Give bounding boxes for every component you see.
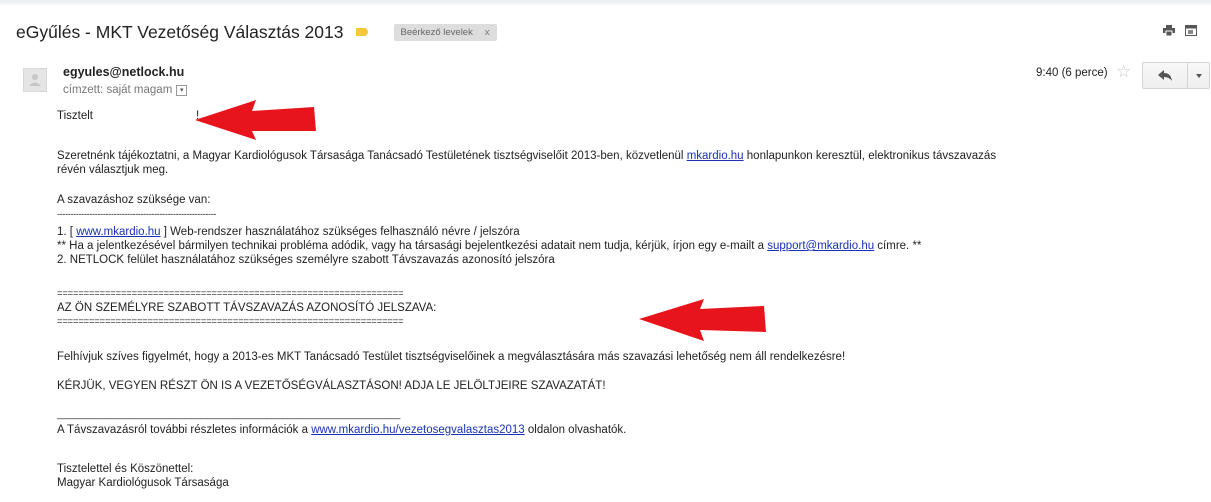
thread-header: eGyűlés - MKT Vezetőség Választás 2013 B… [16, 20, 497, 44]
password-label: AZ ÖN SZEMÉLYRE SZABOTT TÁVSZAVAZÁS AZON… [57, 302, 437, 314]
label-remove-button[interactable]: x [485, 27, 490, 38]
header-actions [1163, 25, 1197, 36]
reply-button[interactable] [1142, 62, 1188, 89]
print-icon[interactable] [1163, 25, 1175, 36]
new-window-icon[interactable] [1185, 25, 1197, 36]
red-arrow-annotation-2 [639, 299, 766, 341]
technical-note: ** Ha a jelentkezésével bármilyen techni… [57, 240, 921, 254]
message-time: 9:40 (6 perce) [1036, 67, 1108, 79]
note-text-a: ** Ha a jelentkezésével bármilyen techni… [57, 240, 768, 252]
sender-email[interactable]: egyules@netlock.hu [63, 65, 184, 79]
item1-text-b: ] Web-rendszer használatához szükséges f… [160, 226, 520, 238]
window-top-edge [0, 0, 1211, 7]
call-to-action: KÉRJÜK, VEGYEN RÉSZT ÖN IS A VEZETŐSÉGVÁ… [57, 380, 606, 392]
mkardio-link[interactable]: mkardio.hu [687, 150, 744, 162]
info-line: A Távszavazásról további részletes infor… [57, 424, 626, 438]
recipient-text: címzett: saját magam [63, 84, 173, 96]
star-icon[interactable]: ☆ [1116, 62, 1131, 82]
sender-avatar-icon [23, 68, 47, 92]
more-caret-icon [1195, 73, 1202, 78]
support-email-link[interactable]: support@mkardio.hu [767, 240, 874, 252]
email-subject: eGyűlés - MKT Vezetőség Választás 2013 [16, 21, 344, 42]
notice-text: Felhívjuk szíves figyelmét, hogy a 2013-… [57, 351, 846, 363]
label-chip-inbox[interactable]: Beérkező levelek x [393, 23, 497, 41]
requirements-title: A szavazáshoz szüksége van: [57, 194, 211, 206]
red-arrow-annotation-1 [195, 100, 316, 140]
greeting-salutation: Tisztelt [57, 110, 93, 122]
closing-text: Tisztelettel és Köszönettel: [57, 463, 194, 475]
item1-text-a: 1. [ [57, 226, 77, 238]
election-info-link[interactable]: www.mkardio.hu/vezetosegvalasztas2013 [311, 424, 525, 436]
underline-separator: ________________________________________… [57, 409, 401, 420]
dash-separator: ----------------------------------------… [57, 209, 217, 219]
intro-line-2: révén választjuk meg. [57, 164, 169, 176]
info-text-a: A Távszavazásról további részletes infor… [57, 424, 312, 436]
recipient-line: címzett: saját magam ▾ [63, 84, 188, 96]
importance-marker-icon[interactable] [355, 28, 368, 36]
organization-name: Magyar Kardiológusok Társasága [57, 477, 229, 489]
more-options-button[interactable] [1188, 62, 1210, 89]
label-name: Beérkező levelek [400, 26, 473, 38]
reply-icon [1158, 70, 1172, 81]
intro-line-1: Szeretnénk tájékoztatni, a Magyar Kardio… [57, 150, 996, 164]
requirement-item-2: 2. NETLOCK felület használatához szükség… [57, 254, 555, 266]
note-text-b: címre. ** [874, 240, 922, 252]
equals-separator-bottom: ========================================… [57, 316, 404, 326]
equals-separator-top: ========================================… [57, 288, 404, 298]
info-text-b: oldalon olvashatók. [524, 424, 627, 436]
requirement-item-1: 1. [ www.mkardio.hu ] Web-rendszer haszn… [57, 226, 520, 240]
www-mkardio-link[interactable]: www.mkardio.hu [76, 226, 160, 238]
intro-text-a: Szeretnénk tájékoztatni, a Magyar Kardio… [57, 150, 687, 162]
message-actions [1142, 62, 1210, 89]
recipient-details-dropdown-icon[interactable]: ▾ [176, 84, 188, 96]
intro-text-b: honlapunkon keresztül, elektronikus távs… [743, 150, 997, 162]
